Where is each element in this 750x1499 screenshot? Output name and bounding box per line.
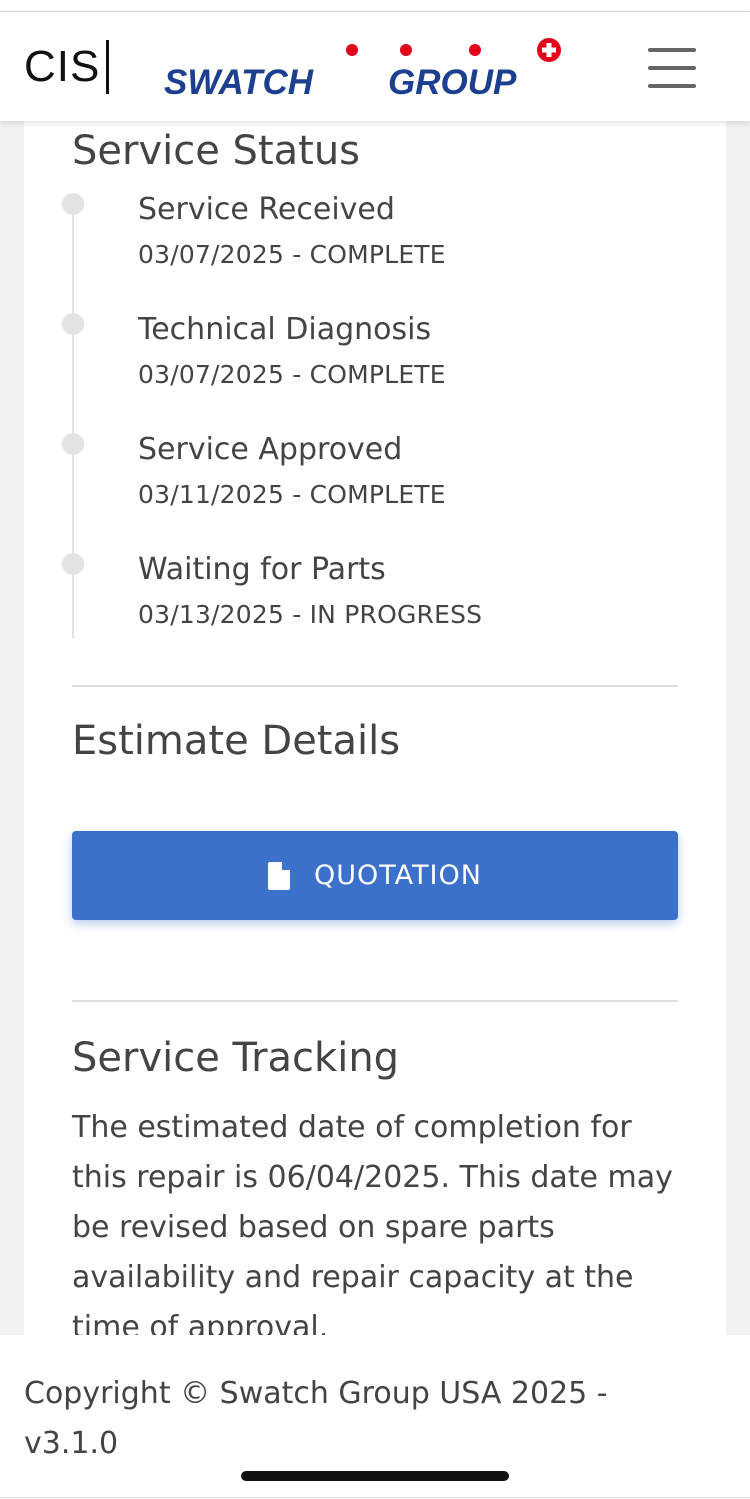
brand-left-text: SWATCH bbox=[164, 63, 314, 98]
step-label-received: Service Received bbox=[138, 192, 395, 227]
step-label-diagnosis: Technical Diagnosis bbox=[138, 312, 432, 347]
home-indicator[interactable] bbox=[241, 1471, 509, 1481]
tracking-description: The estimated date of completion for thi… bbox=[72, 1110, 673, 1345]
section-divider bbox=[72, 685, 678, 687]
step-label-approved: Service Approved bbox=[138, 432, 403, 467]
header: CIS SWATCH GROUP bbox=[0, 12, 750, 121]
menu-bar-icon bbox=[648, 48, 696, 52]
timeline-dot-icon bbox=[62, 433, 84, 455]
status-bar-edge bbox=[0, 0, 750, 12]
brand-dot-icon bbox=[400, 44, 412, 56]
hamburger-menu-button[interactable] bbox=[640, 46, 704, 90]
quotation-button[interactable]: QUOTATION bbox=[72, 831, 678, 920]
menu-bar-icon bbox=[648, 66, 696, 70]
brand-dot-icon bbox=[346, 44, 358, 56]
swiss-cross-icon bbox=[537, 38, 561, 62]
brand-right-text: GROUP bbox=[388, 63, 517, 98]
footer: Copyright © Swatch Group USA 2025 - v3.1… bbox=[0, 1335, 750, 1499]
copyright-text: Copyright © Swatch Group USA 2025 - v3.1… bbox=[24, 1376, 608, 1461]
timeline-dot-icon bbox=[62, 553, 84, 575]
document-icon bbox=[268, 861, 291, 890]
page: CIS SWATCH GROUP Service Status Service … bbox=[0, 0, 750, 1499]
service-status-title: Service Status bbox=[72, 128, 361, 174]
timeline-dot-icon bbox=[62, 193, 84, 215]
step-status-parts: 03/13/2025 - IN PROGRESS bbox=[138, 600, 483, 629]
swatch-group-logo: SWATCH GROUP bbox=[164, 38, 561, 98]
cis-logo-bar bbox=[106, 40, 109, 94]
bottom-edge bbox=[0, 1497, 750, 1498]
estimate-details-title: Estimate Details bbox=[72, 718, 401, 764]
quotation-button-label: QUOTATION bbox=[314, 860, 482, 891]
step-label-parts: Waiting for Parts bbox=[138, 552, 386, 587]
section-divider bbox=[72, 1000, 678, 1002]
step-status-approved: 03/11/2025 - COMPLETE bbox=[138, 480, 446, 509]
timeline-dot-icon bbox=[62, 313, 84, 335]
cis-logo: CIS bbox=[24, 42, 101, 91]
service-tracking-title: Service Tracking bbox=[72, 1035, 400, 1081]
brand-dot-icon bbox=[469, 44, 481, 56]
step-status-received: 03/07/2025 - COMPLETE bbox=[138, 240, 446, 269]
menu-bar-icon bbox=[648, 84, 696, 88]
step-status-diagnosis: 03/07/2025 - COMPLETE bbox=[138, 360, 446, 389]
service-card: Service Status Service Received 03/07/20… bbox=[24, 118, 726, 1348]
